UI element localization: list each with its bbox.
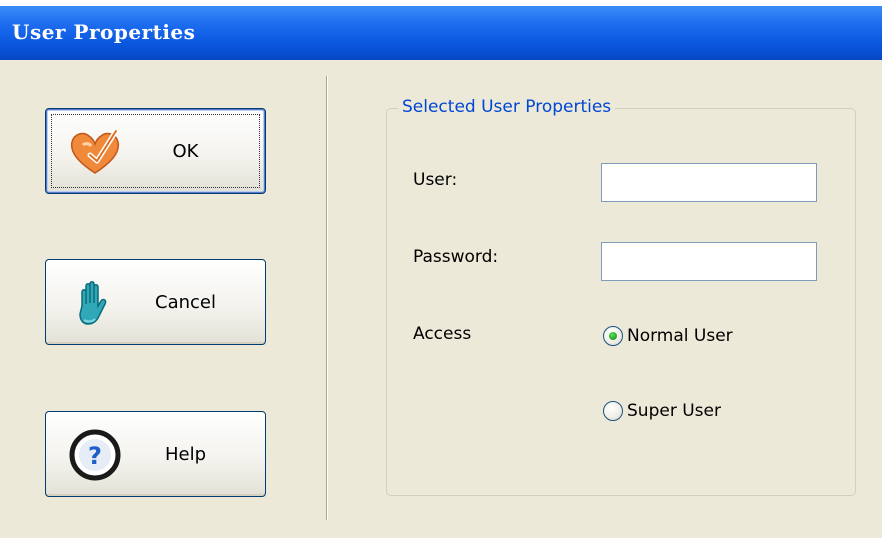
radio-super-user-button[interactable] xyxy=(603,401,623,421)
vertical-separator xyxy=(326,76,327,520)
title-bar[interactable]: User Properties xyxy=(0,6,882,60)
radio-super-user[interactable]: Super User xyxy=(603,399,721,423)
password-label: Password: xyxy=(413,247,499,267)
radio-normal-user[interactable]: Normal User xyxy=(603,324,733,348)
help-button-label: Help xyxy=(164,443,207,465)
ok-button-label: OK xyxy=(172,140,199,162)
svg-text:?: ? xyxy=(88,442,102,470)
ok-button[interactable]: OK xyxy=(45,108,266,194)
radio-normal-user-button[interactable] xyxy=(603,326,623,346)
access-label: Access xyxy=(413,324,472,344)
question-icon: ? xyxy=(69,429,121,481)
cancel-button[interactable]: Cancel xyxy=(45,259,266,345)
hand-icon xyxy=(79,281,107,325)
window-title: User Properties xyxy=(12,20,196,44)
group-legend: Selected User Properties xyxy=(398,97,616,117)
help-button[interactable]: ? Help xyxy=(45,411,266,497)
check-heart-icon xyxy=(70,128,120,174)
user-label: User: xyxy=(413,170,458,190)
user-field[interactable] xyxy=(601,163,817,202)
radio-normal-user-label: Normal User xyxy=(627,326,733,346)
radio-super-user-label: Super User xyxy=(627,401,721,421)
cancel-button-label: Cancel xyxy=(155,291,216,313)
password-field[interactable] xyxy=(601,242,817,281)
